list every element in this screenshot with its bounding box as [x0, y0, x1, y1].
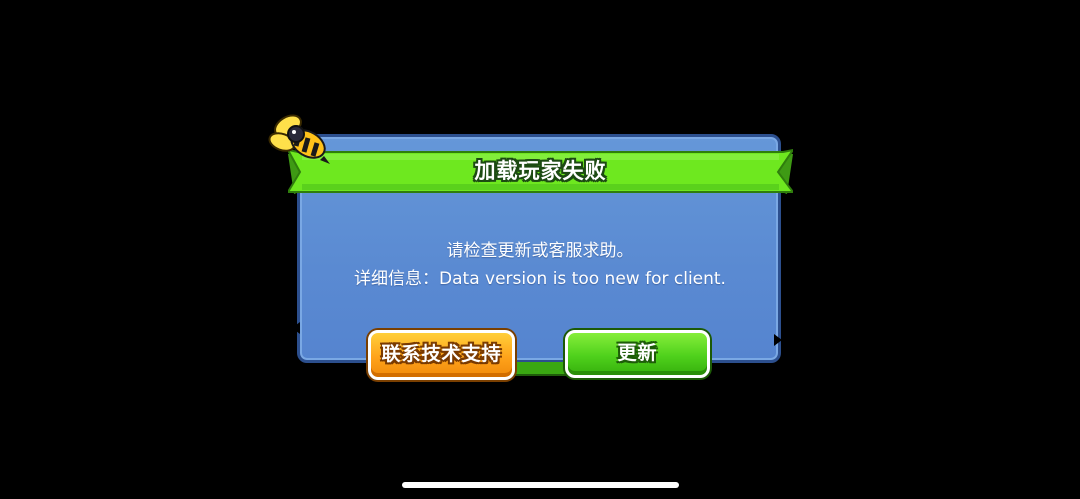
message-details: 详细信息：Data version is too new for client.: [354, 269, 726, 289]
contact-support-button[interactable]: 联系技术支持: [368, 330, 515, 380]
dialog-title: 加载玩家失败: [474, 159, 607, 183]
error-message: 请检查更新或客服求助。 详细信息：Data version is too new…: [300, 237, 780, 293]
home-indicator[interactable]: [402, 482, 679, 488]
bee-icon: [268, 114, 330, 164]
game-screen: 加载玩家失败 请检查更新或客服求助。 详细信息：Data version is …: [0, 0, 1080, 499]
update-button[interactable]: 更新: [565, 330, 710, 378]
title-ribbon: 加载玩家失败: [288, 148, 793, 194]
panel-notch-decoration: [774, 334, 782, 346]
message-hint: 请检查更新或客服求助。: [446, 241, 634, 261]
panel-notch-decoration: [292, 322, 300, 334]
